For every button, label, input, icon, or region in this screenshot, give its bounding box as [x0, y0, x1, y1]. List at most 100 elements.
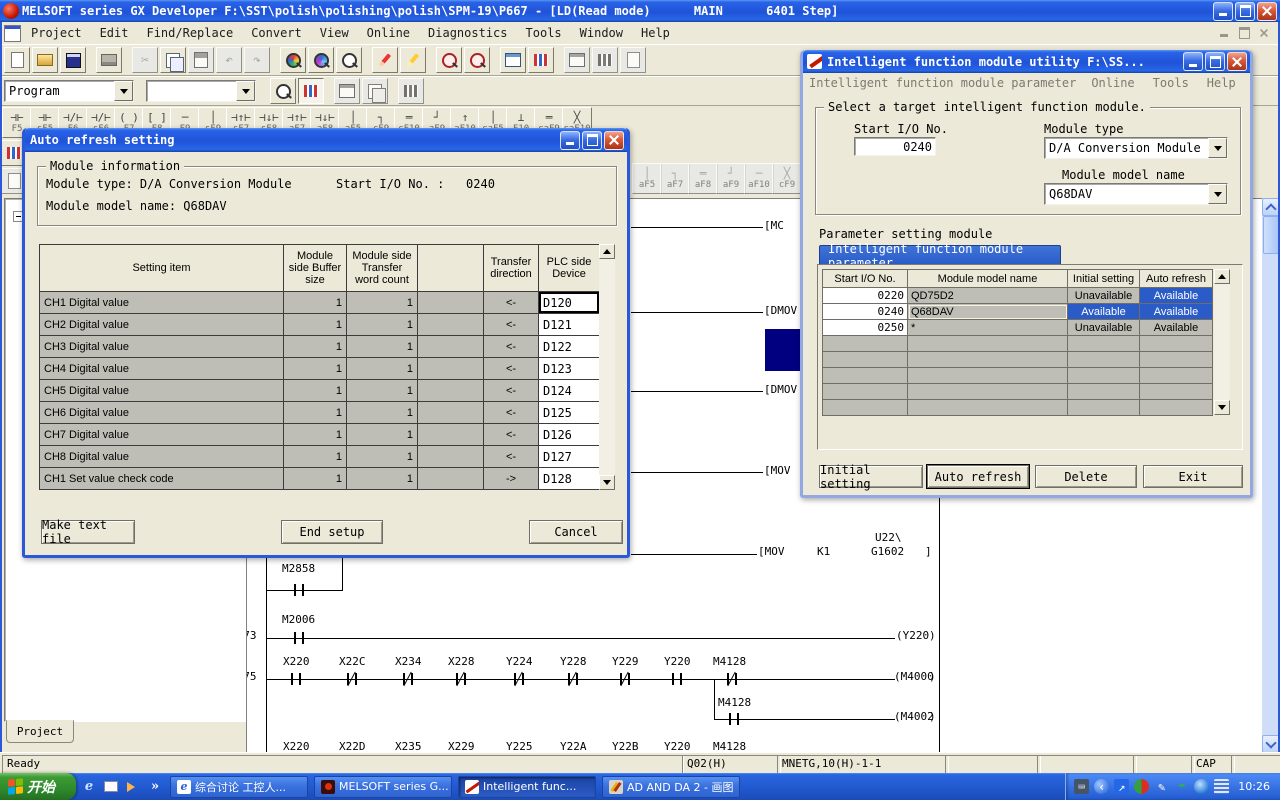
start-button[interactable]: 开始	[0, 773, 76, 800]
ime-stack-icon[interactable]	[1214, 779, 1229, 794]
module-table-vscrollbar[interactable]	[1214, 269, 1230, 415]
sheet-zoom-button[interactable]	[270, 78, 296, 104]
device-cell[interactable]: D125	[539, 402, 600, 424]
utility-menu-help[interactable]: Help	[1198, 74, 1245, 92]
umbrella-icon[interactable]: ☂	[1174, 779, 1189, 794]
menu-project[interactable]: Project	[22, 24, 91, 42]
cut-button[interactable]: ✂	[132, 47, 158, 73]
minimize-button[interactable]	[1213, 2, 1233, 21]
extra-tool3-button[interactable]	[620, 47, 646, 73]
device-find-button[interactable]	[436, 47, 462, 73]
undo-button[interactable]: ↶	[216, 47, 242, 73]
save-project-button[interactable]	[60, 47, 86, 73]
module-type-chevron-icon[interactable]	[1208, 138, 1227, 158]
model-cell[interactable]: QD75D2	[908, 288, 1068, 304]
refresh-cell[interactable]: Available	[1140, 320, 1213, 336]
start-io-input[interactable]	[854, 137, 936, 156]
menu-view[interactable]: View	[311, 24, 358, 42]
ladder-symbol-button-aF7[interactable]: ┐aF7	[660, 163, 690, 194]
quicklaunch-mail-icon[interactable]	[102, 778, 120, 796]
menu-window[interactable]: Window	[571, 24, 632, 42]
auto-refresh-button[interactable]: Auto refresh	[927, 465, 1029, 488]
find-device-button[interactable]	[280, 47, 306, 73]
menu-diagnostics[interactable]: Diagnostics	[419, 24, 516, 42]
initial-setting-button[interactable]: Initial setting	[819, 465, 923, 488]
dialog-close-button[interactable]	[604, 131, 624, 150]
table-scroll-down-button[interactable]	[599, 475, 615, 490]
menu-find-replace[interactable]: Find/Replace	[137, 24, 242, 42]
menu-online[interactable]: Online	[358, 24, 419, 42]
extra-tool1-button[interactable]	[564, 47, 590, 73]
find-string-button[interactable]	[336, 47, 362, 73]
language-bar-icon[interactable]: ‹	[1094, 779, 1109, 794]
model-cell[interactable]: *	[908, 320, 1068, 336]
parameter-tab[interactable]: Intelligent function module parameter	[819, 245, 1061, 265]
print-button[interactable]	[96, 47, 122, 73]
upload-arrow-icon[interactable]: ↗	[1114, 779, 1129, 794]
quicklaunch-media-icon[interactable]	[124, 778, 142, 796]
device-find2-button[interactable]	[464, 47, 490, 73]
io-cell[interactable]: 0240	[823, 304, 908, 320]
open-project-button[interactable]	[32, 47, 58, 73]
model-cell[interactable]: Q68DAV	[908, 304, 1068, 320]
program-combobox[interactable]: Program	[4, 80, 134, 102]
extra-tool2-button[interactable]	[592, 47, 618, 73]
model-name-chevron-icon[interactable]	[1208, 184, 1227, 204]
menu-convert[interactable]: Convert	[242, 24, 311, 42]
delete-button[interactable]: Delete	[1035, 465, 1137, 488]
mdi-minimize-icon[interactable]	[1216, 26, 1232, 40]
menu-edit[interactable]: Edit	[91, 24, 138, 42]
find-instruction-button[interactable]	[308, 47, 334, 73]
cancel-button[interactable]: Cancel	[529, 520, 623, 544]
device-cell[interactable]: D120	[539, 292, 600, 314]
utility-close-button[interactable]	[1227, 52, 1247, 71]
paste-button[interactable]	[188, 47, 214, 73]
copy-button[interactable]	[160, 47, 186, 73]
utility-maximize-button[interactable]	[1205, 52, 1225, 71]
taskbar-task-paint[interactable]: AD AND DA 2 - 画图	[602, 776, 740, 798]
mdi-close-icon[interactable]	[1256, 26, 1272, 40]
initial-cell[interactable]: Unavailable	[1068, 288, 1140, 304]
utility-minimize-button[interactable]	[1183, 52, 1203, 71]
io-cell[interactable]: 0250	[823, 320, 908, 336]
ladder-symbol-button-aF8[interactable]: ═aF8	[688, 163, 718, 194]
device-cell[interactable]: D128	[539, 468, 600, 490]
quicklaunch-chevron-icon[interactable]: »	[146, 778, 164, 796]
module-scroll-down-button[interactable]	[1214, 400, 1230, 415]
taskbar-task-forum[interactable]: e 综合讨论 工控人...	[170, 776, 308, 798]
module-type-combobox[interactable]: D/A Conversion Module	[1044, 137, 1228, 159]
refresh-cell[interactable]: Available	[1140, 288, 1213, 304]
new-project-button[interactable]	[4, 47, 30, 73]
taskbar-task-utility[interactable]: Intelligent func...	[458, 776, 596, 798]
device-cell[interactable]: D123	[539, 358, 600, 380]
initial-cell[interactable]: Unavailable	[1068, 320, 1140, 336]
table-vscrollbar[interactable]	[599, 244, 615, 490]
end-setup-button[interactable]: End setup	[281, 520, 383, 544]
table-scroll-up-button[interactable]	[599, 244, 615, 259]
io-cell[interactable]: 0220	[823, 288, 908, 304]
initial-cell[interactable]: Available	[1068, 304, 1140, 320]
ladder-symbol-button-aF9[interactable]: ┘aF9	[716, 163, 746, 194]
device-cell[interactable]: D126	[539, 424, 600, 446]
utility-menu-parameter[interactable]: Intelligent function module parameter	[803, 74, 1082, 92]
menu-help[interactable]: Help	[632, 24, 679, 42]
dialog-minimize-button[interactable]	[560, 131, 580, 150]
dialog-maximize-button[interactable]	[582, 131, 602, 150]
ladder-monitor-button[interactable]	[528, 47, 554, 73]
write-mode-button[interactable]	[372, 47, 398, 73]
chevron-down-icon2[interactable]	[236, 81, 255, 101]
ladder-symbol-button-cF9[interactable]: ╳cF9	[772, 163, 802, 194]
data-name-combobox[interactable]	[146, 80, 256, 102]
taskbar-task-melsoft[interactable]: MELSOFT series G...	[314, 776, 452, 798]
device-cell[interactable]: D127	[539, 446, 600, 468]
mdi-restore-icon[interactable]	[1236, 26, 1252, 40]
quicklaunch-ie-icon[interactable]: e	[80, 778, 98, 796]
scroll-thumb[interactable]	[1263, 216, 1279, 254]
project-tree-toggle-button[interactable]	[298, 78, 324, 104]
device-cell[interactable]: D122	[539, 336, 600, 358]
network-globe-icon[interactable]	[1194, 779, 1209, 794]
sfc-view-button[interactable]	[362, 78, 388, 104]
ladder-symbol-button-aF10[interactable]: ─aF10	[744, 163, 774, 194]
close-button[interactable]	[1257, 2, 1277, 21]
comment-view-button[interactable]	[398, 78, 424, 104]
